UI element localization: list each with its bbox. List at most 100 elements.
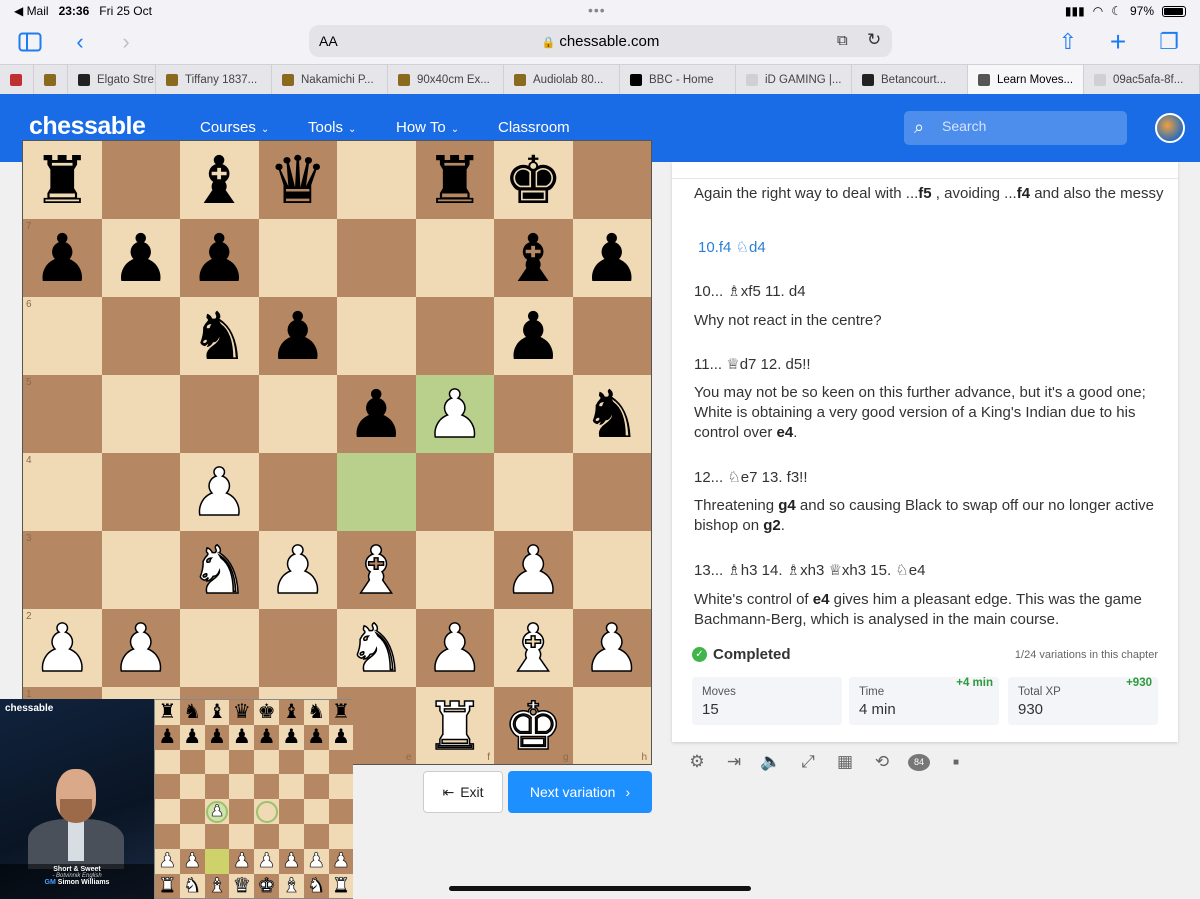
board-square[interactable]: ♞ (572, 375, 651, 453)
flip-board-icon[interactable]: ⟲ (871, 752, 893, 772)
board-square[interactable]: ♟ (258, 531, 337, 609)
stop-icon[interactable]: ■ (945, 757, 967, 768)
board-square[interactable] (415, 297, 494, 375)
white-pawn-icon[interactable]: ♟ (424, 380, 485, 448)
board-square[interactable]: 5 (23, 375, 102, 453)
sound-icon[interactable]: 🔈 (760, 752, 782, 772)
black-pawn-icon[interactable]: ♟ (190, 225, 249, 291)
nav-courses[interactable]: Courses ⌄ (200, 119, 269, 136)
board-square[interactable]: ♝ (180, 141, 259, 219)
board-square[interactable]: ♝ (494, 219, 573, 297)
share-icon[interactable]: ⇧ (1054, 29, 1082, 55)
search-input[interactable] (942, 118, 1112, 134)
browser-tab[interactable] (34, 65, 68, 95)
board-square[interactable] (337, 453, 416, 531)
board-square[interactable]: ♟ (101, 219, 180, 297)
back-to-mail[interactable]: ◀ Mail (14, 4, 49, 18)
black-pawn-icon[interactable]: ♟ (504, 303, 563, 369)
board-square[interactable]: ♟ (572, 219, 651, 297)
board-square[interactable]: ♛ (258, 141, 337, 219)
black-queen-icon[interactable]: ♛ (268, 147, 327, 213)
board-square[interactable]: 6 (23, 297, 102, 375)
browser-tab[interactable]: iD GAMING |... (736, 65, 852, 95)
move-line[interactable]: 13... ♗h3 14. ♗xh3 ♕xh3 15. ♘e4 (694, 561, 925, 579)
board-square[interactable]: ♟ (258, 297, 337, 375)
board-square[interactable] (415, 531, 494, 609)
board-square[interactable] (180, 609, 259, 687)
black-king-icon[interactable]: ♚ (504, 147, 563, 213)
video-overlay[interactable]: chessable Short & Sweet - Botvinnik Engl… (0, 699, 154, 899)
board-square[interactable]: ♟ (415, 609, 494, 687)
white-pawn-icon[interactable]: ♟ (189, 458, 250, 526)
black-bishop-icon[interactable]: ♝ (504, 225, 563, 291)
board-square[interactable] (258, 375, 337, 453)
black-knight-icon[interactable]: ♞ (582, 381, 641, 447)
next-variation-button[interactable]: Next variation › (508, 771, 652, 813)
url-text[interactable]: chessable.com (559, 33, 659, 50)
browser-tab[interactable]: Nakamichi P... (272, 65, 388, 95)
browser-tab[interactable]: Elgato Stre... (68, 65, 156, 95)
board-square[interactable] (337, 219, 416, 297)
board-square[interactable] (258, 609, 337, 687)
board-square[interactable] (337, 297, 416, 375)
browser-tab[interactable]: 09ac5afa-8f... (1084, 65, 1200, 95)
white-pawn-icon[interactable]: ♟ (110, 614, 171, 682)
back-icon[interactable]: ‹ (66, 29, 94, 55)
forward-icon[interactable]: › (112, 29, 140, 55)
board-square[interactable]: ♞ (180, 531, 259, 609)
exit-button[interactable]: ⇤ Exit (423, 771, 503, 813)
board-square[interactable]: f ♜ (415, 687, 494, 764)
nav-how-to[interactable]: How To ⌄ (396, 119, 459, 136)
board-square[interactable] (101, 297, 180, 375)
board-square[interactable]: 4 (23, 453, 102, 531)
white-bishop-icon[interactable]: ♝ (346, 536, 407, 604)
board-square[interactable] (101, 141, 180, 219)
fullscreen-icon[interactable]: ⤢ (797, 752, 819, 772)
analysis-board-icon[interactable]: ▦ (834, 752, 856, 772)
board-square[interactable] (572, 141, 651, 219)
white-pawn-icon[interactable]: ♟ (503, 536, 564, 604)
board-square[interactable]: 7 ♟ (23, 219, 102, 297)
chessable-logo[interactable]: chessable (29, 112, 146, 141)
move-line[interactable]: 11... ♕d7 12. d5!! (694, 355, 811, 373)
board-square[interactable]: ♞ (337, 609, 416, 687)
address-bar[interactable]: AA 🔒 chessable.com ⧉ ↻ (309, 25, 892, 57)
board-square[interactable]: ♟ (494, 531, 573, 609)
browser-tab[interactable]: Audiolab 80... (504, 65, 620, 95)
board-square[interactable]: ♟ (180, 453, 259, 531)
black-rook-icon[interactable]: ♜ (425, 147, 484, 213)
board-square[interactable] (337, 141, 416, 219)
white-pawn-icon[interactable]: ♟ (32, 614, 93, 682)
board-square[interactable]: ♞ (180, 297, 259, 375)
enter-icon[interactable]: ⇥ (723, 752, 745, 772)
user-avatar[interactable] (1155, 113, 1185, 143)
new-tab-icon[interactable]: + (1104, 26, 1132, 57)
white-knight-icon[interactable]: ♞ (346, 614, 407, 682)
variation-move-link[interactable]: 10.f4 ♘d4 (698, 238, 766, 256)
board-square[interactable] (415, 219, 494, 297)
black-rook-icon[interactable]: ♜ (33, 147, 92, 213)
search-box[interactable]: ⌕ (904, 111, 1127, 145)
sidebar-icon[interactable] (16, 29, 44, 55)
white-rook-icon[interactable]: ♜ (424, 692, 485, 760)
board-square[interactable] (101, 375, 180, 453)
white-knight-icon[interactable]: ♞ (189, 536, 250, 604)
comments-badge[interactable]: 84 (908, 753, 930, 771)
white-pawn-icon[interactable]: ♟ (581, 614, 642, 682)
white-bishop-icon[interactable]: ♝ (503, 614, 564, 682)
move-line[interactable]: 12... ♘e7 13. f3!! (694, 468, 808, 486)
board-square[interactable]: ♚ (494, 141, 573, 219)
board-square[interactable] (180, 375, 259, 453)
white-pawn-icon[interactable]: ♟ (424, 614, 485, 682)
board-square[interactable]: 3 (23, 531, 102, 609)
multitask-dots-icon[interactable]: ••• (588, 2, 606, 18)
board-square[interactable]: ♟ (180, 219, 259, 297)
board-square[interactable] (494, 375, 573, 453)
board-square[interactable] (415, 453, 494, 531)
black-pawn-icon[interactable]: ♟ (347, 381, 406, 447)
black-pawn-icon[interactable]: ♟ (33, 225, 92, 291)
board-square[interactable]: ♝ (337, 531, 416, 609)
board-square[interactable] (572, 531, 651, 609)
white-king-icon[interactable]: ♚ (503, 692, 564, 760)
nav-classroom[interactable]: Classroom (498, 119, 570, 136)
